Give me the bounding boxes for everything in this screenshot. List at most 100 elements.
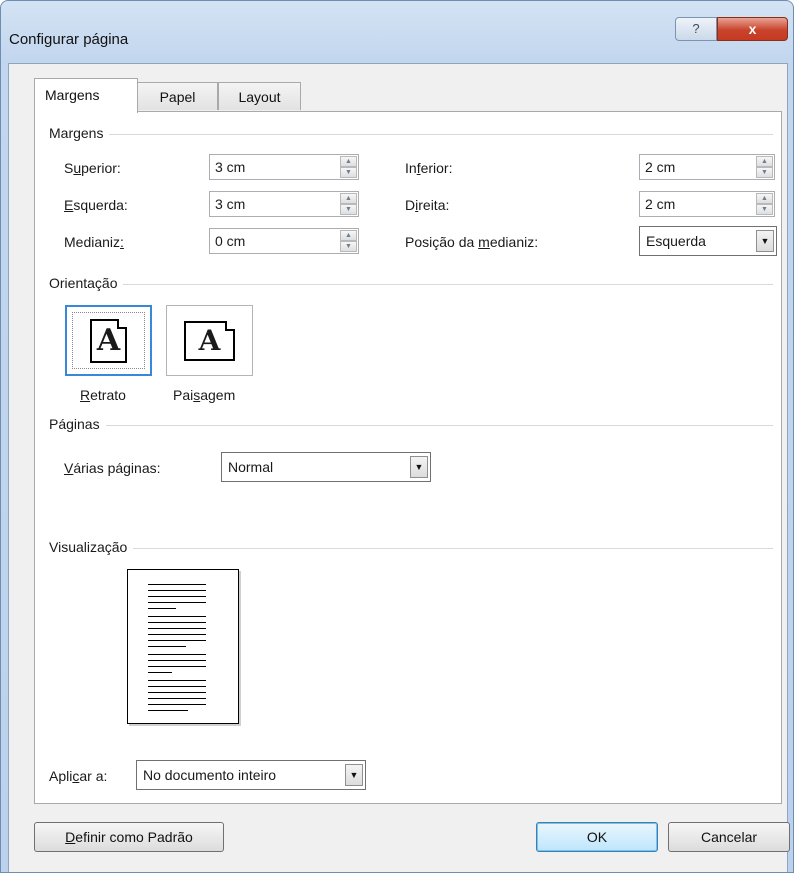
multiple-pages-value: Normal xyxy=(228,459,274,475)
landscape-button[interactable]: A xyxy=(166,305,253,376)
left-margin-arrows[interactable]: ▲ ▼ xyxy=(340,193,357,215)
right-margin-label: Direita: xyxy=(405,197,450,213)
dialog-title: Configurar página xyxy=(9,31,129,48)
orientation-divider xyxy=(49,284,773,285)
tab-margens[interactable]: Margens xyxy=(34,78,138,113)
gutter-position-select[interactable]: Esquerda ▼ xyxy=(639,226,777,256)
ok-button[interactable]: OK xyxy=(536,822,658,852)
preview-line xyxy=(148,634,206,635)
page-fold-icon xyxy=(117,319,127,329)
preview-line xyxy=(148,692,206,693)
top-margin-arrows[interactable]: ▲ ▼ xyxy=(340,156,357,178)
preview-line xyxy=(148,602,206,603)
tab-layout-label: Layout xyxy=(238,89,281,105)
preview-line xyxy=(148,672,172,673)
tab-papel-label: Papel xyxy=(159,89,196,105)
preview-line xyxy=(148,622,206,623)
pages-section-label: Páginas xyxy=(49,416,106,432)
margins-section-label: Margens xyxy=(49,125,110,141)
spin-down-icon[interactable]: ▼ xyxy=(756,167,773,178)
left-margin-value: 3 cm xyxy=(215,196,246,212)
help-button[interactable]: ? xyxy=(675,17,717,41)
preview-line xyxy=(148,646,186,647)
right-margin-arrows[interactable]: ▲ ▼ xyxy=(756,193,773,215)
landscape-glyph: A xyxy=(198,324,221,357)
dialog-client-area: Margens Papel Layout Margens Superior: 3… xyxy=(8,63,790,872)
set-as-default-button[interactable]: Definir como Padrão xyxy=(34,822,224,852)
preview-line xyxy=(148,640,206,641)
cancel-label: Cancelar xyxy=(700,829,758,845)
landscape-page-icon: A xyxy=(184,321,235,361)
preview-line xyxy=(148,584,206,585)
preview-line xyxy=(148,590,206,591)
apply-to-value: No documento inteiro xyxy=(143,767,277,783)
tab-papel[interactable]: Papel xyxy=(137,82,218,110)
portrait-page-icon: A xyxy=(90,319,127,363)
page-fold-icon xyxy=(225,321,235,331)
chevron-down-icon[interactable]: ▼ xyxy=(756,230,774,252)
preview-line xyxy=(148,660,206,661)
spin-up-icon[interactable]: ▲ xyxy=(756,156,773,167)
preview-line xyxy=(148,680,206,681)
tab-margens-label: Margens xyxy=(45,87,100,103)
multiple-pages-label: Várias páginas: xyxy=(64,460,161,476)
preview-section-label: Visualização xyxy=(49,539,134,555)
gutter-spinner[interactable]: 0 cm ▲ ▼ xyxy=(209,228,359,254)
preview-line xyxy=(148,666,206,667)
spin-down-icon[interactable]: ▼ xyxy=(340,241,357,252)
bottom-margin-arrows[interactable]: ▲ ▼ xyxy=(756,156,773,178)
bottom-margin-spinner[interactable]: 2 cm ▲ ▼ xyxy=(639,154,775,180)
preview-line xyxy=(148,608,176,609)
preview-line xyxy=(148,698,206,699)
top-margin-spinner[interactable]: 3 cm ▲ ▼ xyxy=(209,154,359,180)
spin-up-icon[interactable]: ▲ xyxy=(340,230,357,241)
pages-divider xyxy=(49,425,773,426)
left-margin-label: Esquerda: xyxy=(64,197,128,213)
preview-divider xyxy=(49,548,773,549)
chevron-down-icon[interactable]: ▼ xyxy=(410,456,428,478)
question-icon: ? xyxy=(692,21,700,36)
spin-down-icon[interactable]: ▼ xyxy=(756,204,773,215)
top-margin-label: Superior: xyxy=(64,160,121,176)
portrait-button[interactable]: A xyxy=(65,305,152,376)
preview-line xyxy=(148,704,206,705)
preview-line xyxy=(148,628,206,629)
spin-down-icon[interactable]: ▼ xyxy=(340,167,357,178)
spin-up-icon[interactable]: ▲ xyxy=(340,156,357,167)
preview-page-thumbnail xyxy=(127,569,239,724)
apply-to-label: Aplicar a: xyxy=(49,768,108,784)
multiple-pages-select[interactable]: Normal ▼ xyxy=(221,452,431,482)
gutter-label: Medianiz: xyxy=(64,234,124,250)
gutter-position-value: Esquerda xyxy=(646,233,706,249)
preview-line xyxy=(148,654,206,655)
tab-layout[interactable]: Layout xyxy=(218,82,301,110)
ok-label: OK xyxy=(586,829,608,845)
margins-divider xyxy=(49,134,773,135)
preview-line xyxy=(148,596,206,597)
portrait-label[interactable]: Retrato xyxy=(80,387,126,403)
spin-up-icon[interactable]: ▲ xyxy=(756,193,773,204)
spin-down-icon[interactable]: ▼ xyxy=(340,204,357,215)
spin-up-icon[interactable]: ▲ xyxy=(340,193,357,204)
preview-line xyxy=(148,616,206,617)
bottom-margin-value: 2 cm xyxy=(645,159,676,175)
chevron-down-icon[interactable]: ▼ xyxy=(345,764,363,786)
close-icon: x xyxy=(748,21,757,37)
gutter-arrows[interactable]: ▲ ▼ xyxy=(340,230,357,252)
orientation-section-label: Orientação xyxy=(49,275,124,291)
top-margin-value: 3 cm xyxy=(215,159,246,175)
gutter-value: 0 cm xyxy=(215,233,246,249)
page-setup-dialog: Configurar página ? x Margens Papel Layo… xyxy=(0,0,794,873)
close-button[interactable]: x xyxy=(717,17,788,41)
gutter-position-label: Posição da medianiz: xyxy=(405,234,539,250)
right-margin-value: 2 cm xyxy=(645,196,676,212)
title-bar: Configurar página ? x xyxy=(1,1,793,63)
bottom-margin-label: Inferior: xyxy=(405,160,453,176)
cancel-button[interactable]: Cancelar xyxy=(668,822,790,852)
apply-to-select[interactable]: No documento inteiro ▼ xyxy=(136,760,366,790)
preview-line xyxy=(148,710,188,711)
right-margin-spinner[interactable]: 2 cm ▲ ▼ xyxy=(639,191,775,217)
preview-line xyxy=(148,686,206,687)
left-margin-spinner[interactable]: 3 cm ▲ ▼ xyxy=(209,191,359,217)
landscape-label[interactable]: Paisagem xyxy=(173,387,235,403)
